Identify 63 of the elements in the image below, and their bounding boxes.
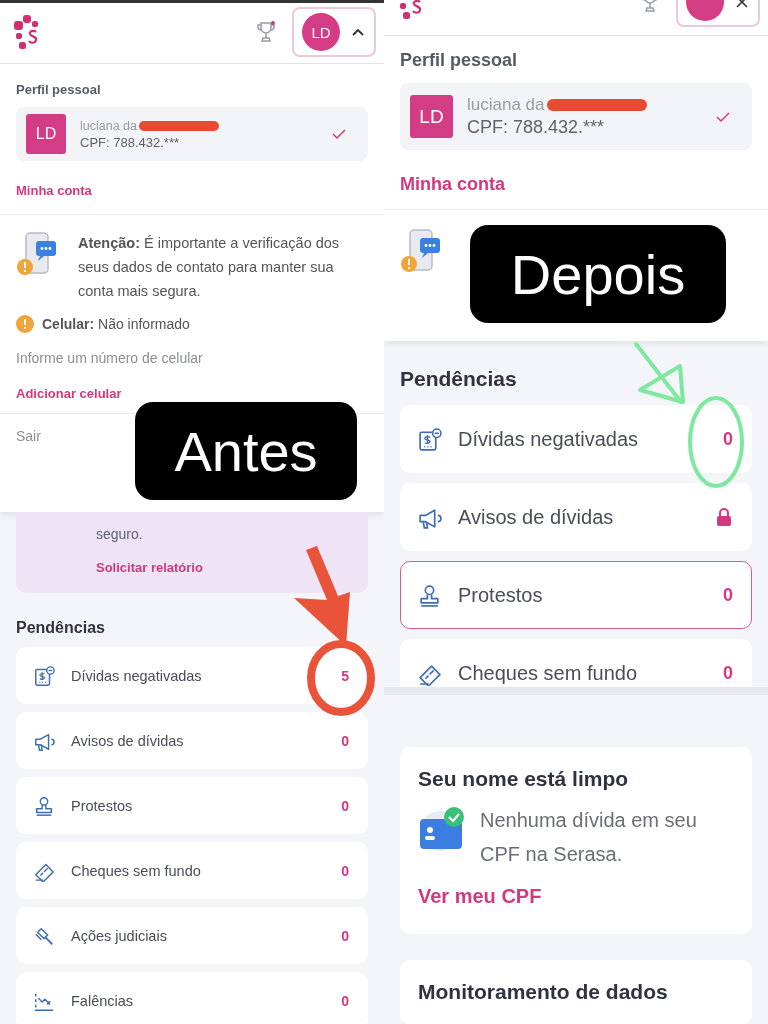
profile-card[interactable]: LD luciana da CPF: 788.432.*** — [16, 107, 368, 161]
item-count: 5 — [341, 667, 349, 684]
account-link[interactable]: Minha conta — [16, 183, 92, 214]
item-count: 0 — [723, 584, 733, 606]
card-title: Monitoramento de dados — [418, 980, 669, 1004]
pending-item[interactable]: Avisos de dívidas — [400, 483, 752, 551]
card-text: seguro. — [96, 526, 144, 542]
section-title: Perfil pessoal — [400, 50, 519, 71]
add-phone-link[interactable]: Adicionar celular — [16, 386, 122, 413]
item-label: Avisos de dívidas — [458, 505, 615, 529]
item-count: 0 — [723, 428, 733, 450]
phone-status: Celular: Não informado — [42, 316, 190, 332]
item-count: 0 — [341, 797, 349, 814]
cpf-link[interactable]: Ver meu CPF — [418, 885, 734, 914]
report-link[interactable]: Solicitar relatório — [96, 560, 368, 575]
debt-icon — [33, 664, 55, 687]
item-count: 0 — [341, 862, 349, 879]
account-link[interactable]: Minha conta — [400, 174, 505, 209]
item-label: Dívidas negativadas — [458, 427, 640, 451]
item-label: Cheques sem fundo — [71, 862, 202, 879]
cpf-number: CPF: 788.432.*** — [467, 117, 606, 138]
pending-item[interactable]: Protestos 0 — [16, 777, 368, 834]
item-label: Falências — [71, 992, 135, 1009]
item-label: Protestos — [458, 583, 544, 607]
trophy-icon[interactable] — [254, 20, 278, 44]
debt-icon — [417, 426, 442, 452]
stamp-icon — [33, 794, 55, 817]
pending-item[interactable]: Ações judiciais 0 — [16, 907, 368, 964]
pending-item[interactable]: Avisos de dívidas 0 — [16, 712, 368, 769]
item-count: 0 — [341, 927, 349, 944]
profile-name: luciana da — [80, 118, 137, 133]
profile-initials: LD — [410, 95, 453, 138]
pending-item[interactable]: Cheques sem fundo 0 — [400, 639, 752, 687]
pending-item[interactable]: Cheques sem fundo 0 — [16, 842, 368, 899]
warning-icon — [16, 315, 34, 333]
stamp-icon — [417, 582, 442, 608]
item-label: Ações judiciais — [71, 927, 168, 944]
card-text: Nenhuma dívida em seu CPF na Serasa. — [480, 808, 698, 867]
item-label: Protestos — [71, 797, 134, 814]
avatar: LD — [302, 13, 340, 51]
pending-item[interactable]: Falências 0 — [16, 972, 368, 1024]
caption-label: Depois — [470, 225, 726, 323]
section-title: Perfil pessoal — [16, 81, 102, 97]
item-count: 0 — [341, 992, 349, 1009]
item-count: 0 — [341, 732, 349, 749]
card-title: Seu nome está limpo — [418, 767, 630, 791]
alert-message: Atenção: É importante a verificação dos seus dados de contato para manter sua conta mais segura. — [78, 234, 341, 301]
account-menu[interactable]: LD — [292, 7, 376, 57]
phone-hint: Informe um número de celular — [16, 350, 204, 366]
item-count: 0 — [723, 662, 733, 684]
item-label: Dívidas negativadas — [71, 667, 203, 684]
pending-item[interactable]: Dívidas negativadas 5 — [16, 647, 368, 704]
profile-card[interactable]: LD luciana da CPF: 788.432.*** — [400, 83, 752, 150]
pending-item[interactable]: Dívidas negativadas 0 — [400, 405, 752, 473]
section-title: Pendências — [400, 367, 518, 391]
profile-initials: LD — [26, 114, 66, 154]
pending-item[interactable]: Protestos 0 — [400, 561, 752, 629]
profile-name: luciana da — [467, 95, 545, 115]
item-label: Avisos de dívidas — [71, 732, 185, 749]
section-title: Pendências — [16, 619, 106, 637]
cpf-number: CPF: 788.432.*** — [80, 134, 180, 150]
item-label: Cheques sem fundo — [458, 661, 638, 685]
caption-label: Antes — [135, 402, 357, 500]
